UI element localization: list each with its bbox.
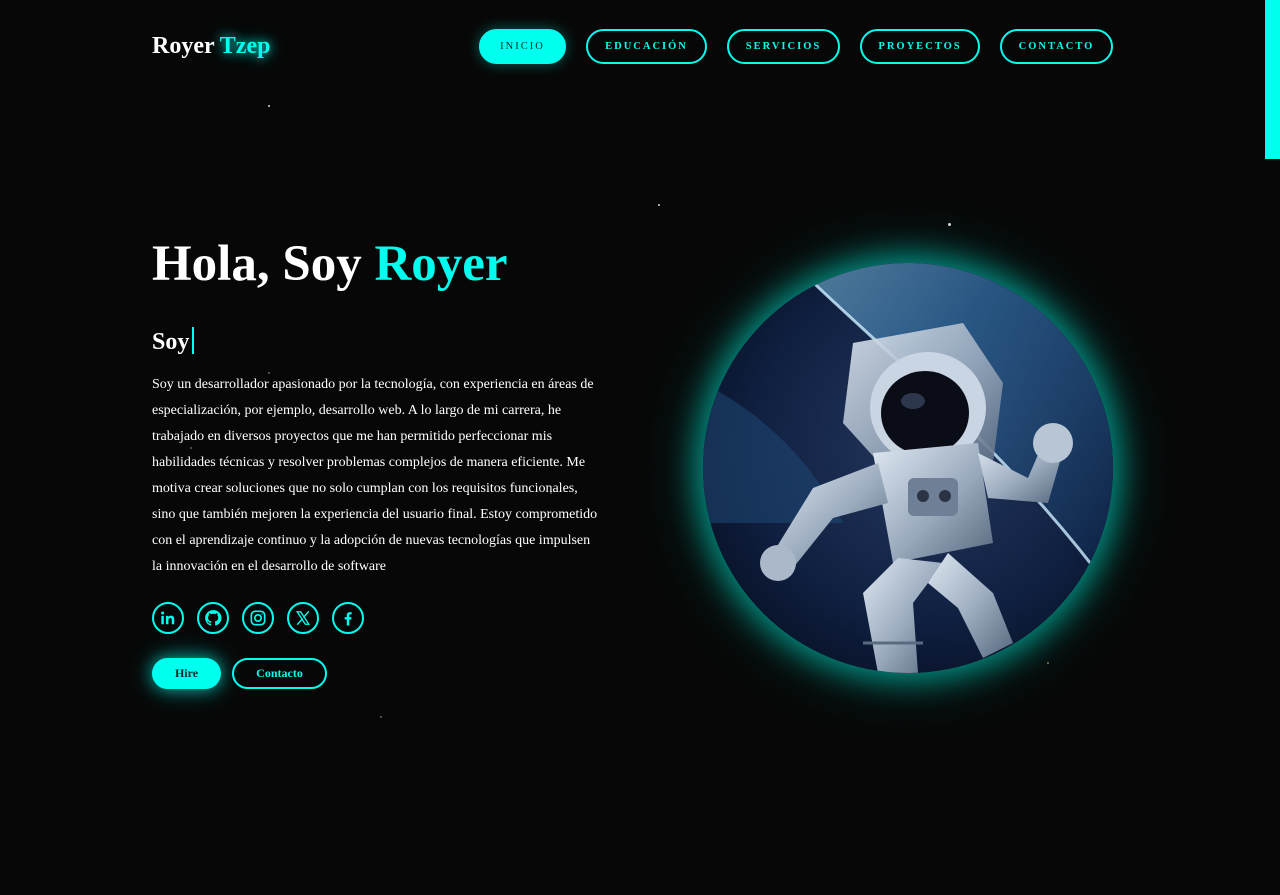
nav-contacto[interactable]: CONTACTO: [1000, 29, 1113, 64]
star-decoration: [948, 223, 951, 226]
star-decoration: [268, 105, 270, 107]
hero-title: Hola, Soy Royer: [152, 233, 508, 295]
star-decoration: [380, 716, 382, 718]
site-header: Royer Tzep INICIO EDUCACIÓN SERVICIOS PR…: [0, 0, 1280, 92]
logo-first-name: Royer: [152, 33, 215, 59]
instagram-icon[interactable]: [242, 602, 274, 634]
star-decoration: [658, 204, 660, 206]
hero-name: Royer: [374, 236, 508, 292]
typing-caret: [192, 327, 195, 354]
scroll-progress-indicator[interactable]: [1265, 0, 1280, 159]
typed-subtitle: Soy: [152, 327, 195, 357]
astronaut-profile-image: [703, 263, 1113, 673]
nav-proyectos[interactable]: PROYECTOS: [860, 29, 980, 64]
typed-prefix: Soy: [152, 329, 190, 355]
hero-greeting: Hola, Soy: [152, 236, 362, 292]
facebook-icon[interactable]: [332, 602, 364, 634]
social-links: [152, 602, 364, 634]
contact-button[interactable]: Contacto: [232, 658, 327, 689]
nav-servicios[interactable]: SERVICIOS: [727, 29, 840, 64]
logo-last-name: Tzep: [219, 33, 271, 59]
hire-button[interactable]: Hire: [152, 658, 221, 689]
nav-educacion[interactable]: EDUCACIÓN: [586, 29, 707, 64]
logo[interactable]: Royer Tzep: [152, 31, 270, 61]
bio-paragraph: Soy un desarrollador apasionado por la t…: [152, 377, 598, 574]
star-decoration: [1047, 662, 1049, 664]
nav-inicio[interactable]: INICIO: [479, 29, 566, 64]
x-icon[interactable]: [287, 602, 319, 634]
github-icon[interactable]: [197, 602, 229, 634]
linkedin-icon[interactable]: [152, 602, 184, 634]
